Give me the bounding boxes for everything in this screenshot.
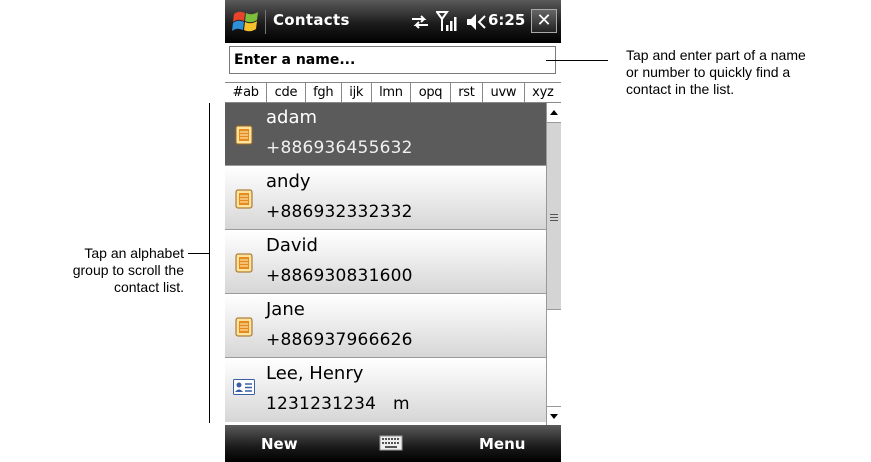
contact-name: Lee, Henry: [266, 363, 364, 384]
device-screen: Contacts 6:25 ✕ Enter a name... #ab cde …: [225, 0, 561, 462]
title-separator: [265, 10, 266, 34]
menu-softkey[interactable]: Menu: [479, 435, 525, 453]
new-softkey[interactable]: New: [261, 435, 298, 453]
alphabet-group-tab[interactable]: xyz: [525, 83, 561, 102]
title-bar: Contacts 6:25 ✕: [225, 0, 561, 43]
alphabet-group-tab[interactable]: ijk: [342, 83, 372, 102]
close-icon: ✕: [536, 10, 552, 31]
contact-list[interactable]: adam +886936455632 andy +886932332332 Da…: [225, 103, 546, 425]
windows-start-icon[interactable]: [231, 7, 261, 37]
grip-line: [550, 217, 558, 218]
callout-leader-line: [546, 60, 608, 61]
alphabet-group-tab[interactable]: rst: [451, 83, 484, 102]
callout-bracket-line: [209, 103, 210, 423]
callout-leader-line: [188, 253, 209, 254]
contact-name: andy: [266, 171, 311, 192]
alphabet-group-tab[interactable]: opq: [411, 83, 451, 102]
arrow-down-icon: [550, 414, 558, 419]
contact-number: +886930831600: [266, 266, 413, 286]
close-button[interactable]: ✕: [531, 9, 557, 33]
contact-name: Jane: [266, 299, 305, 320]
contact-card-icon: [235, 253, 253, 273]
scrollbar[interactable]: [546, 103, 561, 426]
callout-line-text: Tap and enter part of a name: [626, 47, 806, 63]
callout-line-text: contact list.: [113, 279, 184, 295]
sync-icon[interactable]: [410, 12, 430, 32]
callout-line-text: Tap an alphabet: [84, 245, 184, 261]
contact-list-item[interactable]: adam +886936455632: [225, 103, 546, 166]
grip-line: [550, 214, 558, 215]
signal-icon[interactable]: [436, 9, 460, 33]
callout-line-text: contact in the list.: [626, 81, 735, 97]
search-input[interactable]: Enter a name...: [229, 46, 556, 74]
contact-number: +886937966626: [266, 330, 413, 350]
arrow-up-icon: [550, 110, 558, 115]
scroll-down-button[interactable]: [547, 406, 561, 426]
app-title: Contacts: [273, 11, 350, 29]
scroll-thumb[interactable]: [547, 123, 561, 310]
contact-name: adam: [266, 107, 318, 128]
contact-name: David: [266, 235, 318, 256]
contact-list-item[interactable]: David +886930831600: [225, 231, 546, 294]
alphabet-bar: #ab cde fgh ijk lmn opq rst uvw xyz: [225, 82, 561, 103]
volume-icon[interactable]: [465, 11, 487, 33]
contact-number: +886932332332: [266, 202, 413, 222]
callout-line-text: group to scroll the: [72, 262, 184, 278]
alphabet-group-tab[interactable]: cde: [267, 83, 306, 102]
contact-list-item[interactable]: Jane +886937966626: [225, 295, 546, 358]
contact-list-item[interactable]: Lee, Henry 1231231234 m: [225, 359, 546, 422]
contact-number: 1231231234 m: [266, 394, 410, 414]
alphabet-callout: Tap an alphabet group to scroll the cont…: [0, 245, 184, 296]
contact-list-item[interactable]: andy +886932332332: [225, 167, 546, 230]
search-callout: Tap and enter part of a name or number t…: [626, 47, 866, 98]
contact-number: +886936455632: [266, 138, 413, 158]
keyboard-icon[interactable]: [379, 434, 403, 452]
alphabet-group-tab[interactable]: uvw: [483, 83, 525, 102]
clock[interactable]: 6:25: [488, 11, 525, 29]
alphabet-group-tab[interactable]: fgh: [306, 83, 342, 102]
business-card-icon: [233, 379, 255, 395]
contact-card-icon: [235, 125, 253, 145]
contact-card-icon: [235, 317, 253, 337]
callout-line-text: or number to quickly find a: [626, 64, 791, 80]
contact-card-icon: [235, 189, 253, 209]
scroll-up-button[interactable]: [547, 103, 561, 123]
alphabet-group-tab[interactable]: #ab: [225, 83, 268, 102]
grip-line: [550, 220, 558, 221]
softkey-bar: New Menu: [225, 425, 561, 462]
search-area: Enter a name...: [225, 43, 561, 83]
alphabet-group-tab[interactable]: lmn: [372, 83, 412, 102]
